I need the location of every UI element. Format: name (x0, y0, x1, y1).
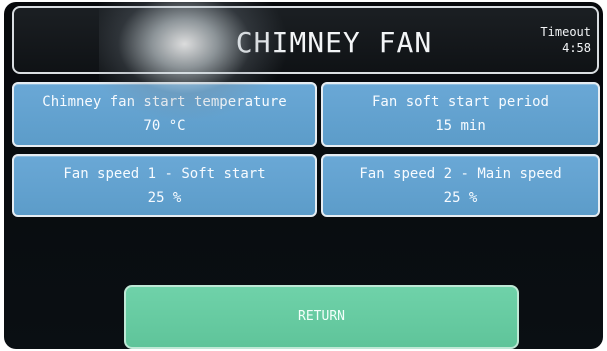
fan-soft-start-period-button[interactable]: Fan soft start period 15 min (321, 82, 600, 147)
tile-value: 70 °C (143, 118, 186, 134)
page-title: CHIMNEY FAN (235, 26, 433, 59)
timeout-indicator: Timeout 4:58 (540, 24, 591, 56)
fan-speed-2-main-speed-button[interactable]: Fan speed 2 - Main speed 25 % (321, 154, 600, 217)
tile-label: Chimney fan start temperature (42, 94, 287, 110)
timeout-value: 4:58 (562, 41, 591, 55)
chimney-fan-start-temperature-button[interactable]: Chimney fan start temperature 70 °C (12, 82, 317, 147)
tile-label: Fan speed 2 - Main speed (359, 166, 562, 182)
tile-value: 25 % (147, 190, 182, 206)
title-bar: CHIMNEY FAN Timeout 4:58 (12, 6, 599, 74)
return-label: RETURN (298, 309, 345, 324)
photo-frame: CHIMNEY FAN Timeout 4:58 Chimney fan sta… (0, 0, 607, 351)
tile-value: 15 min (435, 118, 486, 134)
return-button[interactable]: RETURN (124, 285, 519, 349)
timeout-label: Timeout (540, 25, 591, 39)
tile-label: Fan speed 1 - Soft start (63, 166, 266, 182)
touch-screen: CHIMNEY FAN Timeout 4:58 Chimney fan sta… (4, 2, 603, 349)
fan-speed-1-soft-start-button[interactable]: Fan speed 1 - Soft start 25 % (12, 154, 317, 217)
tile-label: Fan soft start period (371, 94, 549, 110)
tile-value: 25 % (443, 190, 478, 206)
